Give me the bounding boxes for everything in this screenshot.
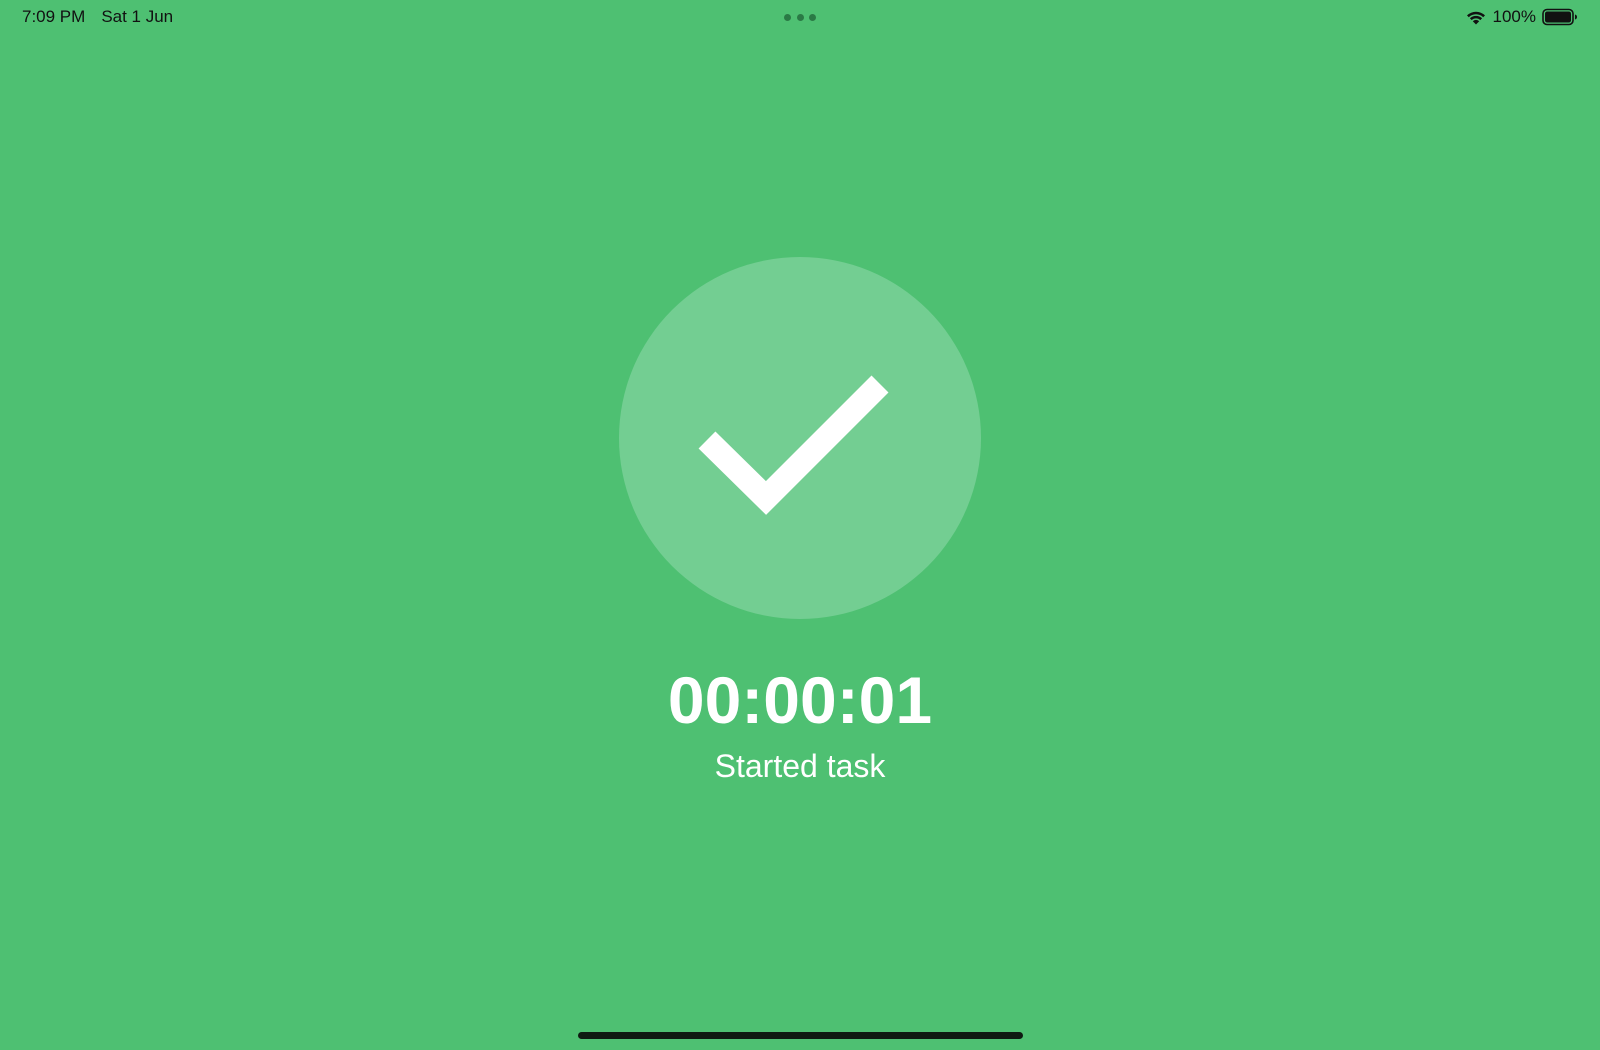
status-date: Sat 1 Jun	[101, 7, 174, 26]
status-bar: 7:09 PM Sat 1 Jun 100%	[0, 0, 1600, 34]
battery-percentage: 100%	[1492, 7, 1536, 26]
battery-level-fill	[1545, 11, 1571, 23]
status-time: 7:09 PM	[22, 7, 86, 26]
status-time-date: 7:09 PM Sat 1 Jun	[22, 7, 173, 27]
status-message: Started task	[714, 748, 886, 784]
multitasking-dots-icon[interactable]	[784, 13, 816, 21]
elapsed-timer: 00:00:01	[667, 663, 933, 737]
success-badge	[619, 257, 981, 619]
task-started-screen: 7:09 PM Sat 1 Jun 100% 00:00:01 Started …	[0, 0, 1600, 1050]
home-indicator[interactable]	[578, 1032, 1023, 1039]
checkmark-icon	[698, 375, 889, 515]
wifi-icon	[1465, 9, 1487, 25]
battery-icon	[1542, 8, 1578, 26]
dot	[809, 13, 816, 21]
dot	[796, 13, 804, 21]
dot	[784, 13, 791, 21]
status-indicators: 100%	[1465, 6, 1578, 28]
